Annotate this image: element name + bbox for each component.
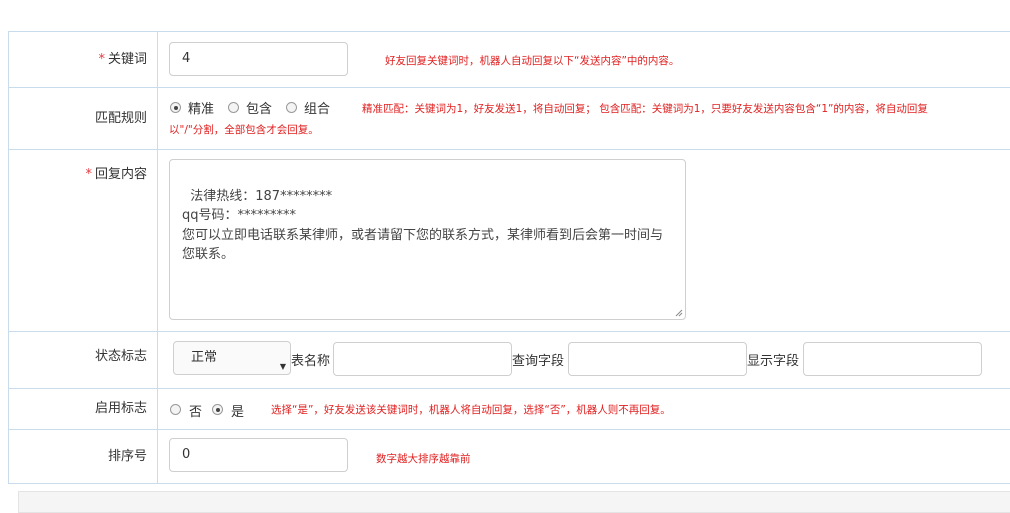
- table-name-label: 表名称: [291, 354, 331, 369]
- display-field-input[interactable]: [803, 342, 982, 376]
- sort-row: 排序号: [9, 430, 1010, 484]
- required-mark: *: [85, 167, 92, 182]
- keyword-hint: 好友回复关键词时，机器人自动回复以下“发送内容”中的内容。: [385, 55, 680, 67]
- resize-handle-icon[interactable]: [675, 309, 683, 317]
- enable-label: 启用标志: [9, 389, 158, 429]
- enable-yes-radio[interactable]: [212, 404, 223, 415]
- match-rule-hint-line2: 以"/"分割，全部包含才会回复。: [169, 124, 319, 136]
- chevron-down-icon: ▼: [279, 362, 286, 371]
- required-mark: *: [98, 52, 105, 67]
- match-rule-hint-line1: 精准匹配：关键词为1，好友发送1，将自动回复； 包含匹配：关键词为1，只要好友发…: [362, 103, 928, 115]
- query-field-input[interactable]: [568, 342, 747, 376]
- enable-no-radio[interactable]: [170, 404, 181, 415]
- status-label: 状态标志: [9, 332, 158, 388]
- query-field-label: 查询字段: [512, 354, 565, 369]
- display-field-label: 显示字段: [747, 354, 800, 369]
- match-contain-radio[interactable]: [228, 102, 239, 113]
- match-exact-label[interactable]: 精准: [188, 98, 214, 117]
- enable-hint: 选择“是”，好友发送该关键词时，机器人将自动回复，选择“否”，机器人则不再回复。: [271, 404, 671, 416]
- match-rule-label: 匹配规则: [9, 88, 158, 149]
- match-exact-radio[interactable]: [170, 102, 181, 113]
- keyword-input[interactable]: 4: [169, 42, 348, 76]
- match-rule-row: 匹配规则: [9, 88, 1010, 150]
- form-footer: [18, 491, 1010, 513]
- match-combo-radio[interactable]: [286, 102, 297, 113]
- table-name-input[interactable]: [333, 342, 512, 376]
- reply-content-textarea[interactable]: 法律热线：187******** qq号码：********* 您可以立即电话联…: [169, 159, 686, 320]
- enable-yes-label[interactable]: 是: [231, 401, 244, 420]
- sort-label: 排序号: [9, 430, 158, 483]
- match-contain-label[interactable]: 包含: [246, 98, 272, 117]
- status-select[interactable]: 正常 ▼: [173, 341, 291, 375]
- reply-content-label: * 回复内容: [9, 150, 158, 331]
- keyword-label: * 关键词: [9, 32, 158, 87]
- sort-hint: 数字越大排序越靠前: [376, 453, 471, 465]
- sort-input[interactable]: 0: [169, 438, 348, 472]
- enable-no-label[interactable]: 否: [189, 401, 202, 420]
- match-combo-label[interactable]: 组合: [304, 98, 330, 117]
